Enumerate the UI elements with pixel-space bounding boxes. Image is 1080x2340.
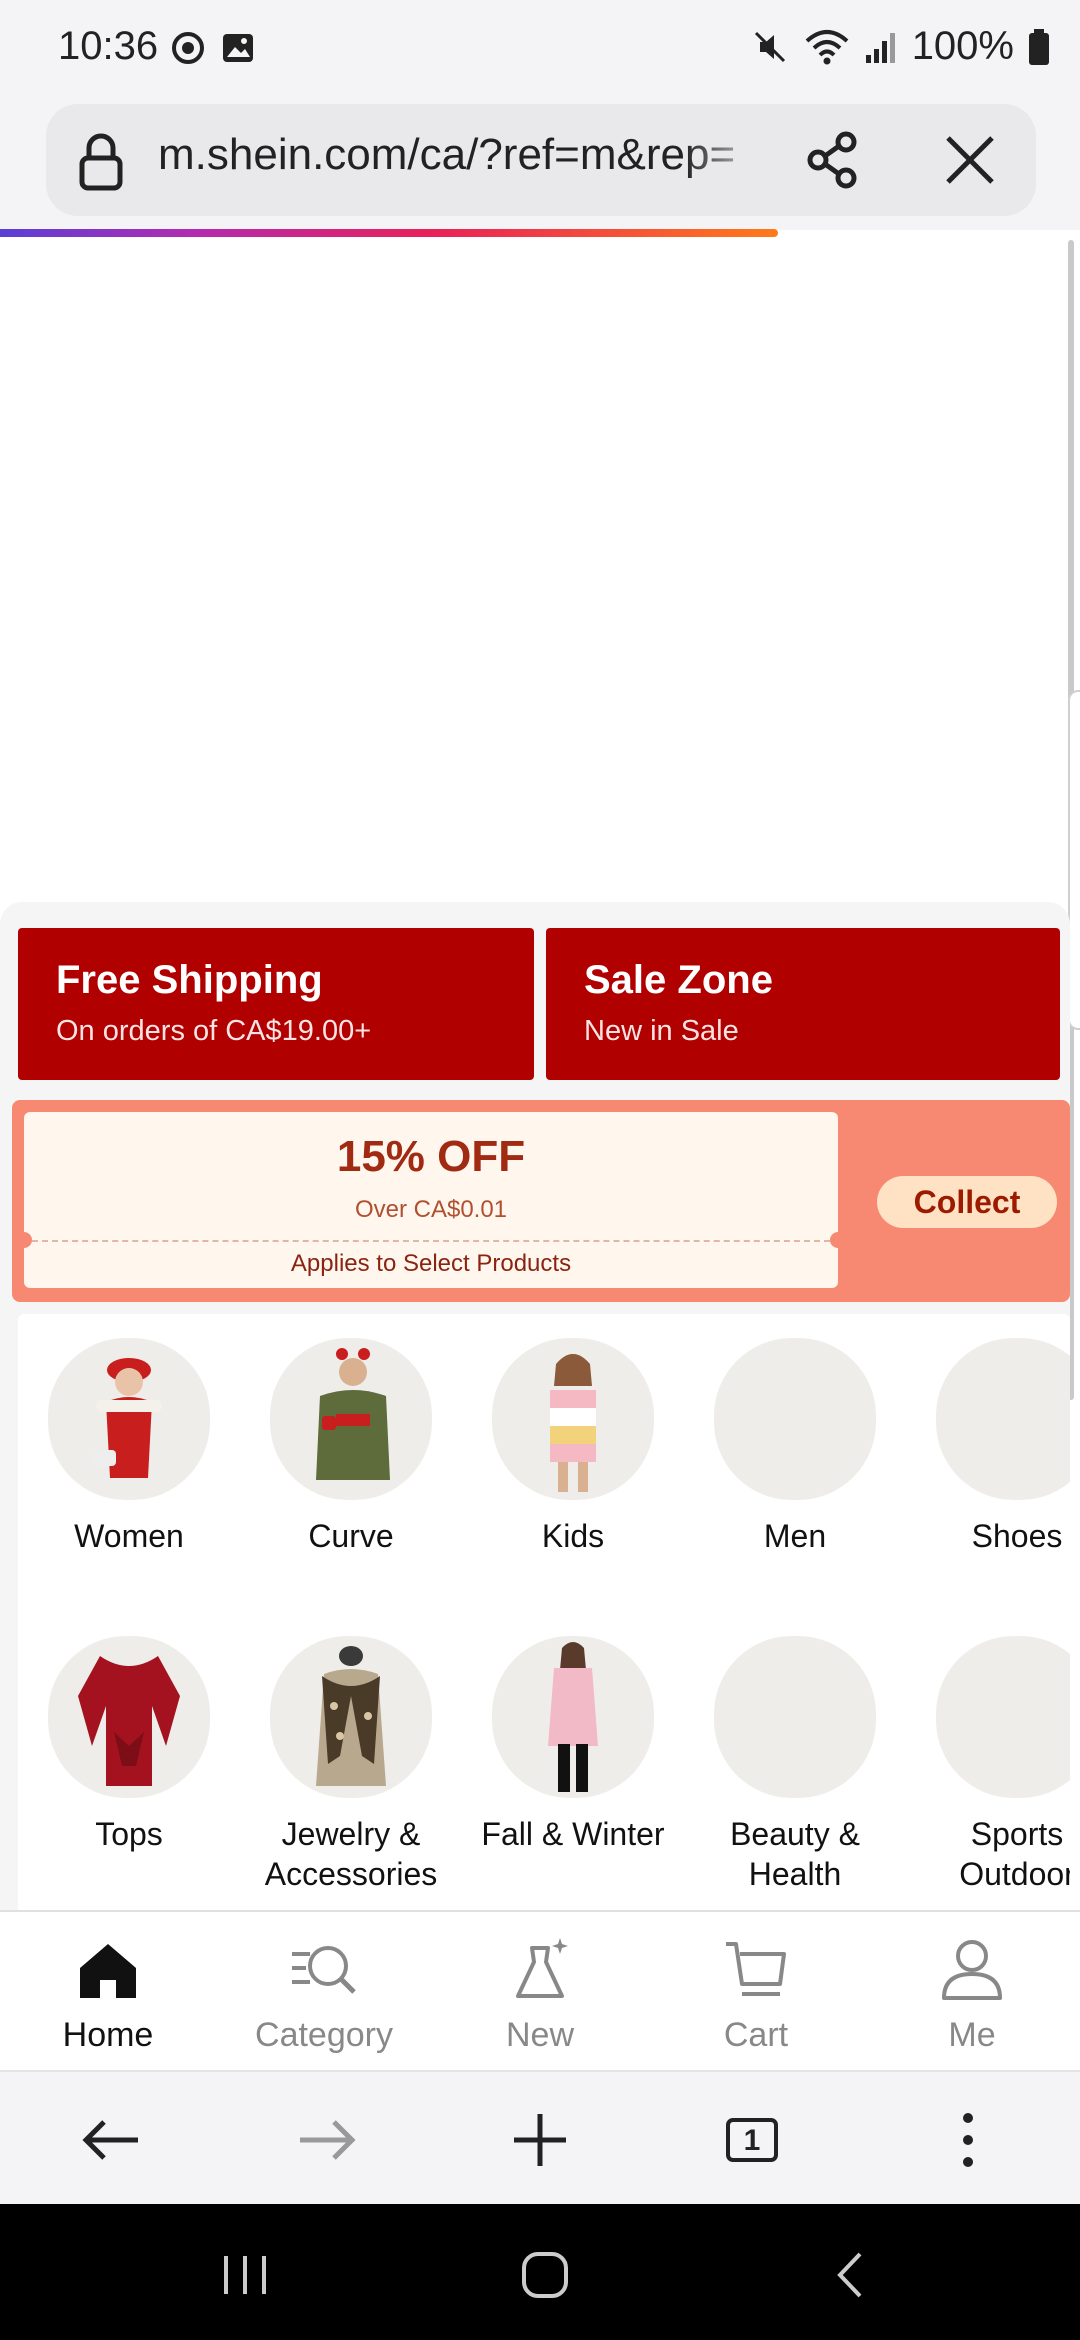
category-fall-winter[interactable]: Fall & Winter <box>462 1636 684 1854</box>
bottom-navigation: Home Category New Cart Me <box>0 1910 1080 2070</box>
category-beauty-health[interactable]: Beauty & Health <box>684 1636 906 1894</box>
category-women[interactable]: Women <box>18 1338 240 1556</box>
home-button-icon[interactable] <box>510 2240 580 2310</box>
category-curve[interactable]: Curve <box>240 1338 462 1556</box>
nav-new[interactable]: New <box>432 1912 648 2072</box>
new-dress-icon <box>516 1938 568 1998</box>
category-shoes[interactable]: Shoes <box>906 1338 1070 1556</box>
system-navigation-bar <box>0 2204 1080 2340</box>
nav-label: Me <box>948 2016 996 2054</box>
nav-label: New <box>505 2016 575 2054</box>
share-icon[interactable] <box>800 128 864 192</box>
coupon-divider <box>32 1240 830 1242</box>
page-content: Free Shipping On orders of CA$19.00+ Sal… <box>0 902 1070 1910</box>
status-bar: 10:36 100% <box>0 0 1080 100</box>
category-grid: Women Curve Kids Men Shoes Tops Jewelry … <box>18 1314 1070 1910</box>
battery-icon <box>1029 28 1049 65</box>
coupon-value: 15% OFF <box>336 1132 526 1181</box>
tabs-button[interactable]: 1 <box>716 2104 788 2176</box>
nav-me[interactable]: Me <box>864 1912 1080 2072</box>
profile-icon <box>942 1940 1002 2000</box>
category-tops[interactable]: Tops <box>18 1636 240 1854</box>
category-label: Women <box>74 1518 184 1554</box>
nav-home[interactable]: Home <box>0 1912 216 2072</box>
new-tab-plus-icon[interactable] <box>504 2104 576 2176</box>
category-kids[interactable]: Kids <box>462 1338 684 1556</box>
category-label: Shoes <box>971 1518 1063 1554</box>
promo-title: Sale Zone <box>584 958 773 1002</box>
category-label: Curve <box>308 1518 394 1554</box>
category-men[interactable]: Men <box>684 1338 906 1556</box>
sync-icon <box>172 32 204 64</box>
nav-label: Cart <box>723 2016 789 2054</box>
category-image-curve <box>270 1338 432 1500</box>
sale-zone-banner[interactable]: Sale Zone New in Sale <box>546 928 1060 1080</box>
category-image-kids <box>492 1338 654 1500</box>
category-sports-outdoor[interactable]: Sports Outdoor <box>906 1636 1070 1894</box>
category-search-icon <box>292 1946 356 1994</box>
battery-percent: 100% <box>911 24 1014 68</box>
category-label: Tops <box>95 1816 163 1852</box>
collect-button[interactable]: Collect <box>877 1176 1057 1228</box>
category-image-beauty <box>714 1636 876 1798</box>
signal-icon <box>865 32 895 63</box>
wifi-icon <box>805 29 849 64</box>
more-options-icon[interactable] <box>932 2104 1004 2176</box>
coupon-scope: Applies to Select Products <box>290 1250 572 1277</box>
nav-label: Category <box>255 2016 393 2054</box>
promo-subtitle: On orders of CA$19.00+ <box>56 1015 372 1047</box>
coupon-notch <box>16 1232 32 1248</box>
browser-toolbar: 1 <box>0 2070 1080 2204</box>
url-text[interactable]: m.shein.com/ca/?ref=m&rep= <box>158 130 770 180</box>
category-image-tops <box>48 1636 210 1798</box>
close-icon[interactable] <box>938 128 1002 192</box>
coupon-minimum: Over CA$0.01 <box>354 1196 508 1223</box>
browser-url-area: m.shein.com/ca/?ref=m&rep= <box>0 100 1080 230</box>
recent-apps-icon[interactable] <box>210 2240 280 2310</box>
coupon-ticket[interactable]: 15% OFF Over CA$0.01 Applies to Select P… <box>16 1112 846 1288</box>
category-image-men <box>714 1338 876 1500</box>
cart-icon <box>726 1942 786 1996</box>
page-load-progress <box>0 229 778 237</box>
category-image-shoes <box>936 1338 1070 1500</box>
gallery-icon <box>223 34 253 62</box>
category-jewelry-accessories[interactable]: Jewelry & Accessories <box>240 1636 462 1894</box>
category-image-sports <box>936 1636 1070 1798</box>
category-image-fall-winter <box>492 1636 654 1798</box>
banner-placeholder <box>0 237 1080 902</box>
category-label: Kids <box>541 1518 605 1554</box>
tab-count: 1 <box>743 2124 761 2157</box>
home-icon <box>80 1944 136 1998</box>
back-arrow-icon[interactable] <box>76 2104 148 2176</box>
category-image-jewelry <box>270 1636 432 1798</box>
free-shipping-banner[interactable]: Free Shipping On orders of CA$19.00+ <box>18 928 534 1080</box>
nav-label: Home <box>62 2016 154 2054</box>
coupon-banner: 15% OFF Over CA$0.01 Applies to Select P… <box>12 1100 1070 1302</box>
promo-subtitle: New in Sale <box>584 1015 739 1047</box>
category-label: Beauty & Health <box>730 1816 860 1892</box>
status-time: 10:36 <box>58 24 159 68</box>
mute-icon <box>754 31 785 62</box>
category-label: Fall & Winter <box>481 1816 665 1852</box>
nav-category[interactable]: Category <box>216 1912 432 2072</box>
category-label: Jewelry & Accessories <box>264 1816 438 1892</box>
coupon-notch <box>830 1232 846 1248</box>
promo-title: Free Shipping <box>56 958 323 1002</box>
nav-cart[interactable]: Cart <box>648 1912 864 2072</box>
forward-arrow-icon[interactable] <box>290 2104 362 2176</box>
category-label: Men <box>763 1518 827 1554</box>
lock-icon <box>79 133 123 191</box>
category-image-women <box>48 1338 210 1500</box>
category-label: Sports Outdoor <box>959 1816 1070 1892</box>
system-back-icon[interactable] <box>816 2240 886 2310</box>
